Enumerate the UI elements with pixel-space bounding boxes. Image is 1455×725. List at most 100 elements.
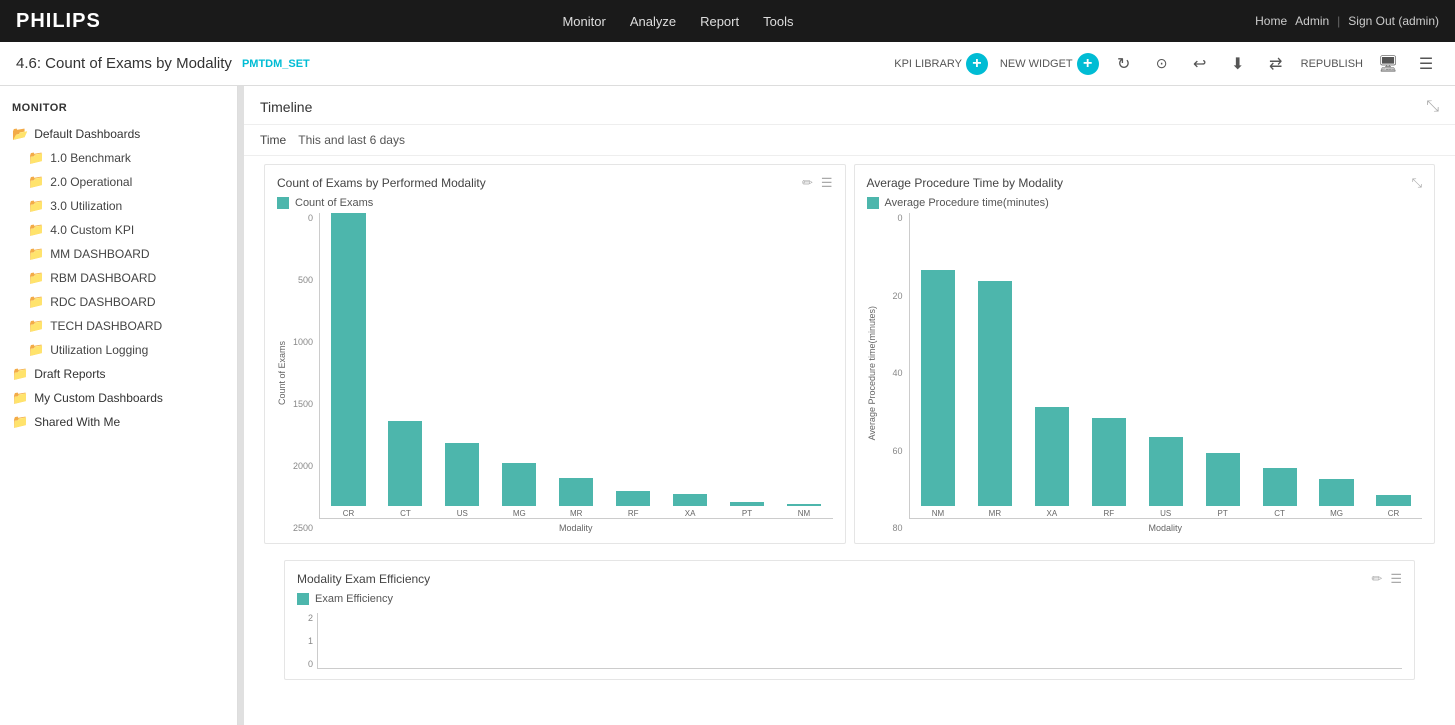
- bar[interactable]: [1035, 407, 1069, 506]
- nav-report[interactable]: Report: [700, 14, 739, 29]
- target-icon[interactable]: ⊙: [1149, 51, 1175, 77]
- bar[interactable]: [1263, 468, 1297, 506]
- bar[interactable]: [730, 502, 764, 506]
- folder-icon: 📁: [12, 414, 28, 430]
- bar[interactable]: [559, 478, 593, 506]
- nav-signout[interactable]: Sign Out (admin): [1348, 14, 1439, 28]
- bar[interactable]: [388, 421, 422, 506]
- bar-x-label: PT: [742, 509, 752, 518]
- bar-x-label: MR: [570, 509, 582, 518]
- bar[interactable]: [1206, 453, 1240, 506]
- edit-icon[interactable]: ✏: [1371, 571, 1382, 587]
- folder-icon: 📁: [28, 342, 44, 358]
- menu-icon[interactable]: ☰: [1413, 51, 1439, 77]
- time-value: This and last 6 days: [298, 133, 405, 147]
- sidebar-item-rdc-dashboard[interactable]: 📁 RDC DASHBOARD: [0, 290, 237, 314]
- kpi-plus-icon[interactable]: +: [966, 53, 988, 75]
- sidebar-item-rbm-dashboard[interactable]: 📁 RBM DASHBOARD: [0, 266, 237, 290]
- bar-group: RF: [605, 213, 662, 518]
- chart1-area: Count of Exams 25002000150010005000 CRCT…: [277, 213, 833, 533]
- widget-plus-icon[interactable]: +: [1077, 53, 1099, 75]
- sidebar-item-mm-dashboard[interactable]: 📁 MM DASHBOARD: [0, 242, 237, 266]
- main-layout: MONITOR 📂 Default Dashboards 📁 1.0 Bench…: [0, 86, 1455, 725]
- sidebar-item-label: Shared With Me: [34, 415, 120, 429]
- bar-x-label: CT: [1274, 509, 1285, 518]
- chart1-bars: CRCTUSMGMRRFXAPTNM: [319, 213, 833, 519]
- folder-icon: 📁: [28, 246, 44, 262]
- sidebar-item-custom-kpi[interactable]: 📁 4.0 Custom KPI: [0, 218, 237, 242]
- nav-analyze[interactable]: Analyze: [630, 14, 676, 29]
- efficiency-section: Modality Exam Efficiency ✏ ☰ Exam Effici…: [244, 560, 1455, 680]
- bar[interactable]: [787, 504, 821, 506]
- bar[interactable]: [978, 281, 1012, 506]
- bar-group: CR: [320, 213, 377, 518]
- sidebar-item-benchmark[interactable]: 📁 1.0 Benchmark: [0, 146, 237, 170]
- bar-x-label: CR: [1388, 509, 1400, 518]
- sidebar-item-operational[interactable]: 📁 2.0 Operational: [0, 170, 237, 194]
- legend-label: Exam Efficiency: [315, 593, 393, 605]
- folder-icon: 📁: [28, 174, 44, 190]
- chart1-x-axis-title: Modality: [319, 523, 833, 533]
- bar-group: XA: [662, 213, 719, 518]
- sidebar-item-label: 2.0 Operational: [50, 175, 132, 189]
- nav-admin[interactable]: Admin: [1295, 14, 1329, 28]
- sidebar-item-label: MM DASHBOARD: [50, 247, 149, 261]
- kpi-library-button[interactable]: KPI LIBRARY +: [894, 53, 988, 75]
- chart2-y-axis-title: Average Procedure time(minutes): [867, 306, 877, 440]
- download-icon[interactable]: ⬇: [1225, 51, 1251, 77]
- edit-icon[interactable]: ✏: [802, 175, 813, 191]
- sidebar-item-label: 4.0 Custom KPI: [50, 223, 134, 237]
- undo-icon[interactable]: ↩: [1187, 51, 1213, 77]
- sidebar-item-default-dashboards[interactable]: 📂 Default Dashboards: [0, 122, 237, 146]
- folder-icon: 📁: [12, 366, 28, 382]
- divider: |: [1337, 14, 1340, 28]
- sidebar-item-utilization-logging[interactable]: 📁 Utilization Logging: [0, 338, 237, 362]
- bar-x-label: CT: [400, 509, 411, 518]
- sidebar-item-shared-with-me[interactable]: 📁 Shared With Me: [0, 410, 237, 434]
- bar-group: MG: [491, 213, 548, 518]
- bar[interactable]: [502, 463, 536, 506]
- sidebar-item-label: Draft Reports: [34, 367, 105, 381]
- bar[interactable]: [331, 213, 365, 506]
- kpi-library-label: KPI LIBRARY: [894, 58, 962, 70]
- bar[interactable]: [921, 270, 955, 506]
- bar[interactable]: [1092, 418, 1126, 506]
- republish-button[interactable]: REPUBLISH: [1301, 58, 1363, 70]
- bar[interactable]: [616, 491, 650, 506]
- sidebar-item-tech-dashboard[interactable]: 📁 TECH DASHBOARD: [0, 314, 237, 338]
- refresh-icon[interactable]: ↻: [1111, 51, 1137, 77]
- legend-box: [277, 197, 289, 209]
- expand-icon[interactable]: ⤡: [1412, 175, 1422, 191]
- sidebar-item-draft-reports[interactable]: 📁 Draft Reports: [0, 362, 237, 386]
- menu-icon[interactable]: ☰: [1390, 571, 1402, 587]
- chart3-y-axis: 210: [297, 613, 317, 669]
- pmtdm-tag[interactable]: PMTDM_SET: [242, 58, 310, 70]
- sidebar-item-utilization[interactable]: 📁 3.0 Utilization: [0, 194, 237, 218]
- chart1-y-axis: 25002000150010005000: [289, 213, 319, 533]
- bar-group: NM: [776, 213, 833, 518]
- bar-group: XA: [1023, 213, 1080, 518]
- bar[interactable]: [1319, 479, 1353, 506]
- bar-x-label: NM: [932, 509, 944, 518]
- nav-monitor[interactable]: Monitor: [562, 14, 605, 29]
- nav-home[interactable]: Home: [1255, 14, 1287, 28]
- bar-x-label: NM: [798, 509, 810, 518]
- expand-icon[interactable]: ⤡: [1426, 98, 1439, 116]
- bar-group: RF: [1080, 213, 1137, 518]
- folder-open-icon: 📂: [12, 126, 28, 142]
- bar[interactable]: [1376, 495, 1410, 506]
- republish-label: REPUBLISH: [1301, 58, 1363, 70]
- sidebar-item-label: RBM DASHBOARD: [50, 271, 156, 285]
- bar[interactable]: [445, 443, 479, 506]
- nav-tools[interactable]: Tools: [763, 14, 793, 29]
- bar[interactable]: [1149, 437, 1183, 506]
- bar[interactable]: [673, 494, 707, 506]
- folder-icon: 📁: [28, 294, 44, 310]
- page-title: 4.6: Count of Exams by Modality: [16, 55, 232, 72]
- charts-row: Count of Exams by Performed Modality ✏ ☰…: [244, 156, 1455, 552]
- menu-icon[interactable]: ☰: [821, 175, 833, 191]
- share-icon[interactable]: ⇄: [1263, 51, 1289, 77]
- sidebar-item-my-custom-dashboards[interactable]: 📁 My Custom Dashboards: [0, 386, 237, 410]
- new-widget-button[interactable]: NEW WIDGET +: [1000, 53, 1099, 75]
- display-icon[interactable]: 🖥: [1375, 51, 1401, 77]
